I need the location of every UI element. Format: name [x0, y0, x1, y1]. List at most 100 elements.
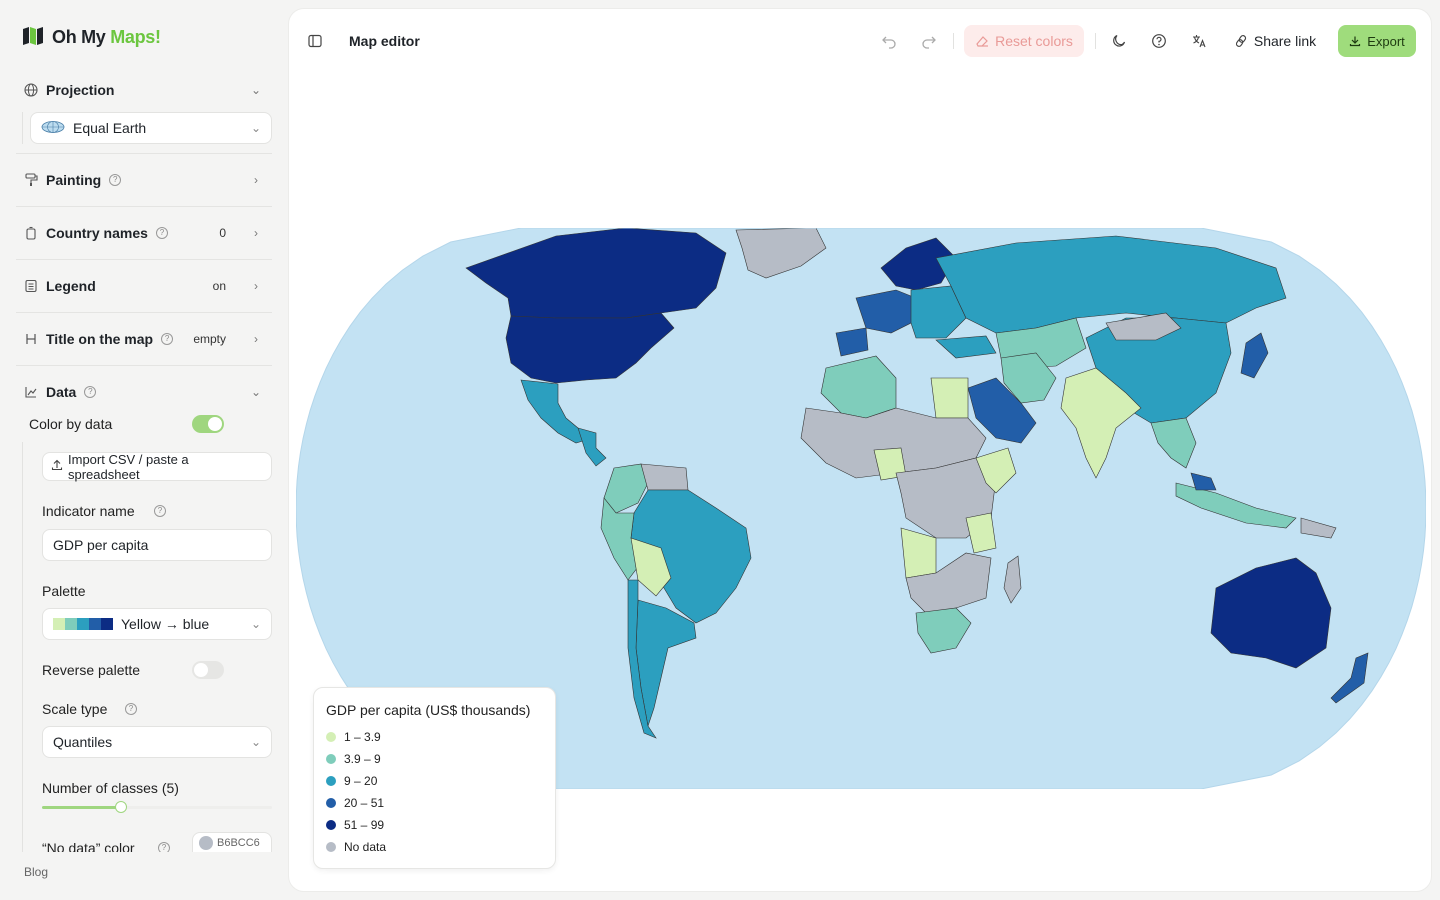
globe-icon [24, 83, 38, 97]
sidebar-toggle-button[interactable] [303, 25, 327, 57]
data-section: Data ? ⌄ [16, 374, 272, 410]
painting-section: Painting ? › [16, 162, 272, 198]
data-header[interactable]: Data ? ⌄ [16, 374, 272, 410]
legend-header[interactable]: Legend on › [16, 268, 272, 304]
legend-color-dot [326, 776, 336, 786]
color-by-data-label: Color by data [29, 416, 113, 432]
export-label: Export [1367, 33, 1405, 49]
classes-slider-handle[interactable] [115, 801, 127, 813]
eraser-icon [976, 36, 989, 47]
chevron-down-icon: ⌄ [250, 617, 261, 631]
help-icon[interactable]: ? [158, 842, 170, 852]
chevron-down-icon: ⌄ [250, 121, 261, 135]
import-label: Import CSV / paste a spreadsheet [68, 451, 189, 482]
map-logo-icon [22, 26, 44, 49]
divider [16, 259, 272, 260]
projection-value: Equal Earth [73, 120, 147, 136]
legend-item[interactable]: No data [326, 836, 543, 858]
translate-button[interactable] [1187, 25, 1211, 57]
palette-swatch-0 [53, 618, 65, 630]
reverse-palette-label: Reverse palette [42, 662, 141, 678]
no-data-label: “No data” color [42, 840, 135, 852]
help-icon[interactable]: ? [84, 386, 97, 398]
indicator-name-input[interactable]: GDP per capita [42, 529, 272, 561]
legend-color-dot [326, 798, 336, 808]
map-legend[interactable]: GDP per capita (US$ thousands) 1 – 3.9 3.… [313, 687, 556, 869]
legend-color-dot [326, 754, 336, 764]
share-link-button[interactable]: Share link [1229, 25, 1321, 57]
chevron-down-icon: ⌄ [250, 83, 262, 97]
classes-label: Number of classes (5) [42, 780, 179, 796]
indicator-name-label: Indicator name [42, 503, 135, 519]
chevron-down-icon: ⌄ [250, 735, 261, 749]
chart-icon [24, 385, 38, 399]
palette-select[interactable]: Yellow → blue ⌄ [42, 608, 272, 640]
topbar: Map editor Reset colors Share link Expor [289, 25, 1431, 57]
divider [16, 206, 272, 207]
import-button[interactable]: Import CSV / paste a spreadsheet [42, 451, 272, 482]
palette-swatch-2 [77, 618, 89, 630]
country-names-header[interactable]: Country names ? 0 › [16, 215, 272, 251]
help-icon[interactable]: ? [161, 333, 174, 345]
legend-item[interactable]: 3.9 – 9 [326, 748, 543, 770]
reverse-palette-toggle[interactable] [192, 661, 224, 679]
help-icon[interactable]: ? [109, 174, 122, 186]
link-icon [1235, 35, 1246, 47]
help-icon[interactable]: ? [155, 227, 168, 239]
legend-item[interactable]: 9 – 20 [326, 770, 543, 792]
data-title: Data [46, 384, 77, 400]
projection-globe-icon [41, 120, 65, 136]
projection-title: Projection [46, 82, 115, 98]
no-data-color-picker[interactable]: B6BCC6 [192, 832, 272, 852]
tag-icon [24, 226, 38, 240]
export-button[interactable]: Export [1338, 25, 1416, 57]
redo-button[interactable] [917, 25, 941, 57]
map-title-value: empty [193, 332, 226, 346]
scale-type-select[interactable]: Quantiles ⌄ [42, 726, 272, 758]
chevron-right-icon: › [254, 173, 258, 187]
dark-mode-button[interactable] [1107, 25, 1131, 57]
undo-button[interactable] [877, 25, 901, 57]
help-icon[interactable]: ? [154, 505, 166, 517]
palette-swatch-3 [89, 618, 101, 630]
color-by-data-toggle[interactable] [192, 415, 224, 433]
list-icon [24, 279, 38, 293]
map-title-section: Title on the map ? empty › [16, 321, 272, 357]
legend-title: GDP per capita (US$ thousands) [326, 702, 531, 718]
legend-item-label: 1 – 3.9 [344, 730, 381, 744]
indent-line [22, 442, 23, 852]
country-egypt[interactable] [930, 377, 969, 419]
legend-item[interactable]: 51 – 99 [326, 814, 543, 836]
legend-item[interactable]: 1 – 3.9 [326, 726, 543, 748]
help-icon[interactable]: ? [125, 703, 137, 715]
redo-icon [922, 36, 936, 49]
sidebar: Oh My Maps! Projection ⌄ Equal Earth ⌄ P… [0, 0, 288, 900]
classes-slider-track[interactable] [42, 801, 272, 813]
upload-icon [51, 459, 63, 474]
classes-slider-fill [42, 806, 121, 809]
legend-item[interactable]: 20 – 51 [326, 792, 543, 814]
blog-link[interactable]: Blog [24, 865, 48, 879]
no-data-row: “No data” color ? B6BCC6 [30, 832, 280, 852]
help-button[interactable] [1147, 25, 1171, 57]
paint-brush-icon [24, 173, 38, 187]
reset-colors-button[interactable]: Reset colors [964, 25, 1084, 57]
indent-line [22, 112, 23, 144]
legend-color-dot [326, 732, 336, 742]
share-link-label: Share link [1253, 33, 1317, 49]
logo[interactable]: Oh My Maps! [22, 26, 161, 49]
painting-header[interactable]: Painting ? › [16, 162, 272, 198]
projection-select[interactable]: Equal Earth ⌄ [30, 112, 272, 144]
country-venezuela[interactable] [640, 463, 689, 491]
help-circle-icon [1152, 34, 1166, 48]
moon-icon [1113, 34, 1126, 47]
map-title-header[interactable]: Title on the map ? empty › [16, 321, 272, 357]
sidebar-panel-icon [308, 34, 322, 48]
projection-header[interactable]: Projection ⌄ [16, 72, 272, 108]
divider [16, 365, 272, 366]
chevron-right-icon: › [254, 332, 258, 346]
legend-item-label: 51 – 99 [344, 818, 385, 832]
heading-icon [24, 332, 38, 346]
divider [16, 153, 272, 154]
legend-item-label: 20 – 51 [344, 796, 385, 810]
